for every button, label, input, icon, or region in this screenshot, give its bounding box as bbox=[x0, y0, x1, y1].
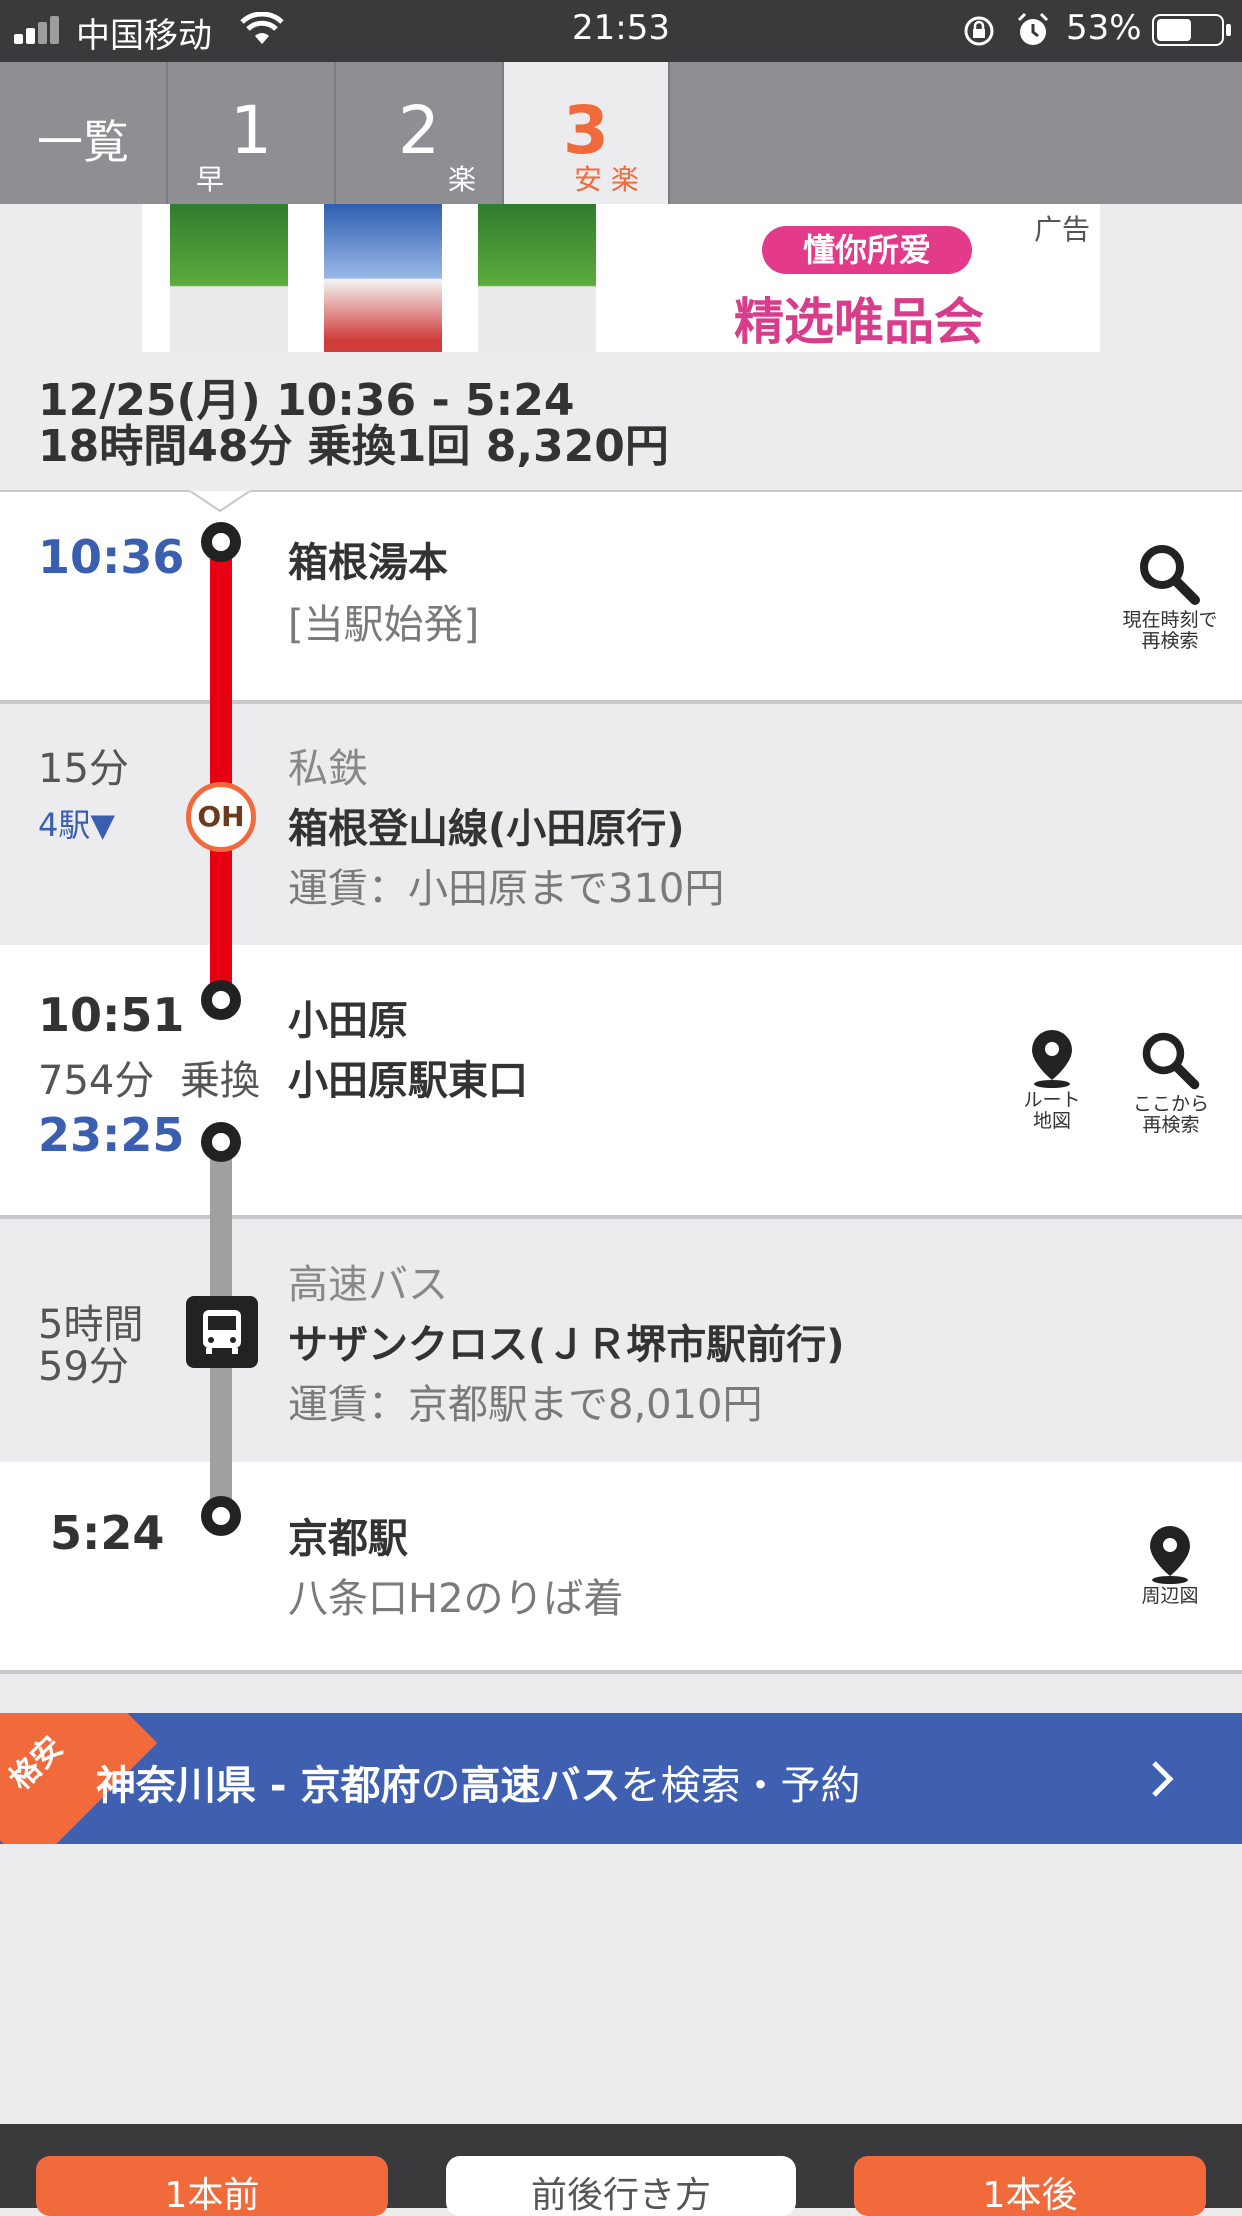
transfer-wait: 754分 bbox=[38, 1058, 155, 1104]
battery-icon bbox=[1152, 14, 1224, 46]
segment1-duration: 15分 bbox=[38, 746, 129, 792]
ad-product-image bbox=[170, 204, 288, 352]
next-train-button[interactable]: 1本後 bbox=[854, 2156, 1206, 2216]
segment1-fare: 運賃：小田原まで310円 bbox=[288, 866, 725, 912]
search-from-here-button[interactable]: ここから 再検索 bbox=[1116, 1028, 1226, 1136]
segment2-line[interactable]: サザンクロス(ＪＲ堺市駅前行) bbox=[288, 1312, 845, 1370]
nearby-routes-button[interactable]: 前後行き方 bbox=[446, 2156, 796, 2216]
line-badge-oh: OH bbox=[186, 782, 256, 852]
end-node bbox=[201, 1496, 241, 1536]
highway-bus-banner[interactable]: 格安 神奈川県 - 京都府の高速バスを検索・予約 bbox=[0, 1713, 1242, 1844]
banner-text: 神奈川県 - 京都府の高速バスを検索・予約 bbox=[96, 1763, 861, 1809]
start-station-row bbox=[0, 490, 1242, 704]
ad-subtitle: 精选唯品会 bbox=[734, 293, 984, 351]
ad-headline: 懂你所爱 bbox=[762, 226, 972, 274]
battery-percent: 53% bbox=[1066, 8, 1142, 48]
chevron-right-icon bbox=[1152, 1761, 1174, 1797]
tab-route-1[interactable]: 1 早 bbox=[168, 62, 336, 204]
bus-icon bbox=[186, 1296, 258, 1368]
previous-train-button[interactable]: 1本前 bbox=[36, 2156, 388, 2216]
end-station-note: 八条口H2のりば着 bbox=[288, 1576, 624, 1622]
transfer-arrive-node bbox=[201, 980, 241, 1020]
transfer-depart-time: 23:25 bbox=[38, 1108, 185, 1162]
rotation-lock-icon bbox=[964, 16, 994, 46]
search-from-now-button[interactable]: 現在時刻で 再検索 bbox=[1110, 540, 1230, 652]
summary-details: 18時間48分 乗換1回 8,320円 bbox=[38, 421, 669, 472]
transfer-stop-name[interactable]: 小田原駅東口 bbox=[288, 1048, 528, 1106]
search-icon bbox=[1140, 545, 1200, 605]
transfer-label: 乗換 bbox=[180, 1058, 260, 1104]
segment2-fare: 運賃：京都駅まで8,010円 bbox=[288, 1382, 763, 1428]
segment1-type: 私鉄 bbox=[288, 746, 368, 792]
tab-route-2[interactable]: 2 楽 bbox=[336, 62, 504, 204]
map-pin-icon bbox=[1032, 1030, 1072, 1088]
segment2-type: 高速バス bbox=[288, 1262, 448, 1308]
status-bar: 中国移动 21:53 53% bbox=[0, 0, 1242, 62]
start-station-note: [当駅始発] bbox=[288, 602, 480, 648]
ad-tag: 广告 bbox=[1033, 213, 1090, 246]
arrive-time: 10:51 bbox=[38, 988, 185, 1042]
rail-line-segment bbox=[210, 545, 232, 1000]
end-station-name[interactable]: 京都駅 bbox=[288, 1506, 408, 1564]
start-station-name[interactable]: 箱根湯本 bbox=[288, 530, 448, 588]
ad-product-image bbox=[478, 204, 596, 352]
route-tabs: 一覧 1 早 2 楽 3 安 楽 bbox=[0, 62, 1242, 204]
tab-list[interactable]: 一覧 bbox=[0, 62, 168, 204]
route-map-button[interactable]: ルート 地図 bbox=[1000, 1028, 1104, 1132]
stops-toggle[interactable]: 4駅▼ bbox=[38, 800, 115, 846]
tab-route-3[interactable]: 3 安 楽 bbox=[504, 62, 670, 204]
transfer-station-name[interactable]: 小田原 bbox=[288, 988, 408, 1046]
area-map-button[interactable]: 周辺図 bbox=[1120, 1524, 1220, 1607]
segment2-duration: 5時間 59分 bbox=[38, 1302, 144, 1390]
depart-time: 10:36 bbox=[38, 530, 185, 584]
clock: 21:53 bbox=[572, 8, 670, 48]
transfer-depart-node bbox=[201, 1122, 241, 1162]
start-node bbox=[201, 522, 241, 562]
ad-product-image bbox=[324, 204, 442, 352]
ad-banner[interactable]: 懂你所爱 精选唯品会 广告 bbox=[142, 204, 1100, 352]
map-pin-icon bbox=[1150, 1526, 1190, 1584]
bottom-bar: 1本前 前後行き方 1本後 bbox=[0, 2124, 1242, 2216]
alarm-icon bbox=[1017, 12, 1049, 45]
arrival-time: 5:24 bbox=[50, 1506, 165, 1560]
segment1-line[interactable]: 箱根登山線(小田原行) bbox=[288, 796, 685, 854]
route-summary: 12/25(月) 10:36 - 5:24 18時間48分 乗換1回 8,320… bbox=[38, 378, 669, 470]
summary-times: 12/25(月) 10:36 - 5:24 bbox=[38, 375, 575, 426]
search-icon bbox=[1142, 1032, 1200, 1090]
